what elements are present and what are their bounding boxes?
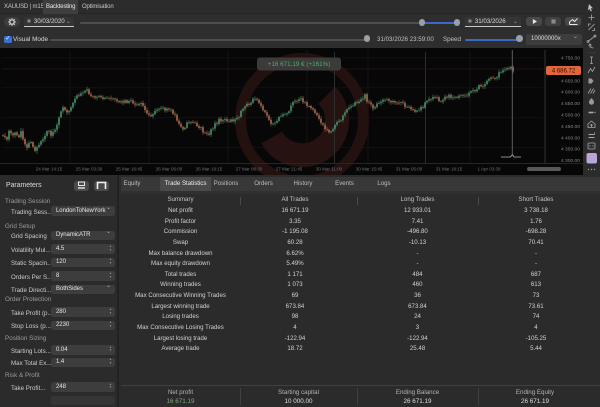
svg-text:1 Apr 03:30: 1 Apr 03:30 <box>477 167 501 172</box>
svg-text:31 Mar 18:15: 31 Mar 18:15 <box>436 167 463 172</box>
svg-text:26 Mar 19:15: 26 Mar 19:15 <box>196 167 223 172</box>
svg-text:27 Mar 21:45: 27 Mar 21:45 <box>276 167 303 172</box>
svg-text:24 Mar 14:15: 24 Mar 14:15 <box>36 167 63 172</box>
svg-text:+16 671.19 € (+161%): +16 671.19 € (+161%) <box>268 61 331 68</box>
svg-text:4 550.00: 4 550.00 <box>561 101 580 107</box>
svg-text:4 650.00: 4 650.00 <box>561 78 580 84</box>
svg-text:4 686.72: 4 686.72 <box>552 69 576 75</box>
svg-text:4 600.00: 4 600.00 <box>561 90 580 96</box>
svg-text:30 Mar 15:45: 30 Mar 15:45 <box>356 167 383 172</box>
svg-text:4 450.00: 4 450.00 <box>561 124 580 130</box>
svg-text:4 350.00: 4 350.00 <box>561 147 580 153</box>
svg-text:4 750.00: 4 750.00 <box>561 56 580 62</box>
svg-text:4 400.00: 4 400.00 <box>561 135 580 141</box>
svg-text:4 500.00: 4 500.00 <box>561 113 580 119</box>
svg-text:4 300.00: 4 300.00 <box>561 158 580 164</box>
svg-text:27 Mar 08:30: 27 Mar 08:30 <box>236 167 263 172</box>
svg-text:30 Mar 11:00: 30 Mar 11:00 <box>316 167 343 172</box>
svg-text:31 Mar 05:00: 31 Mar 05:00 <box>396 167 423 172</box>
svg-text:26 Mar 06:00: 26 Mar 06:00 <box>156 167 183 172</box>
svg-text:25 Mar 16:45: 25 Mar 16:45 <box>116 167 143 172</box>
svg-text:25 Mar 03:30: 25 Mar 03:30 <box>76 167 103 172</box>
